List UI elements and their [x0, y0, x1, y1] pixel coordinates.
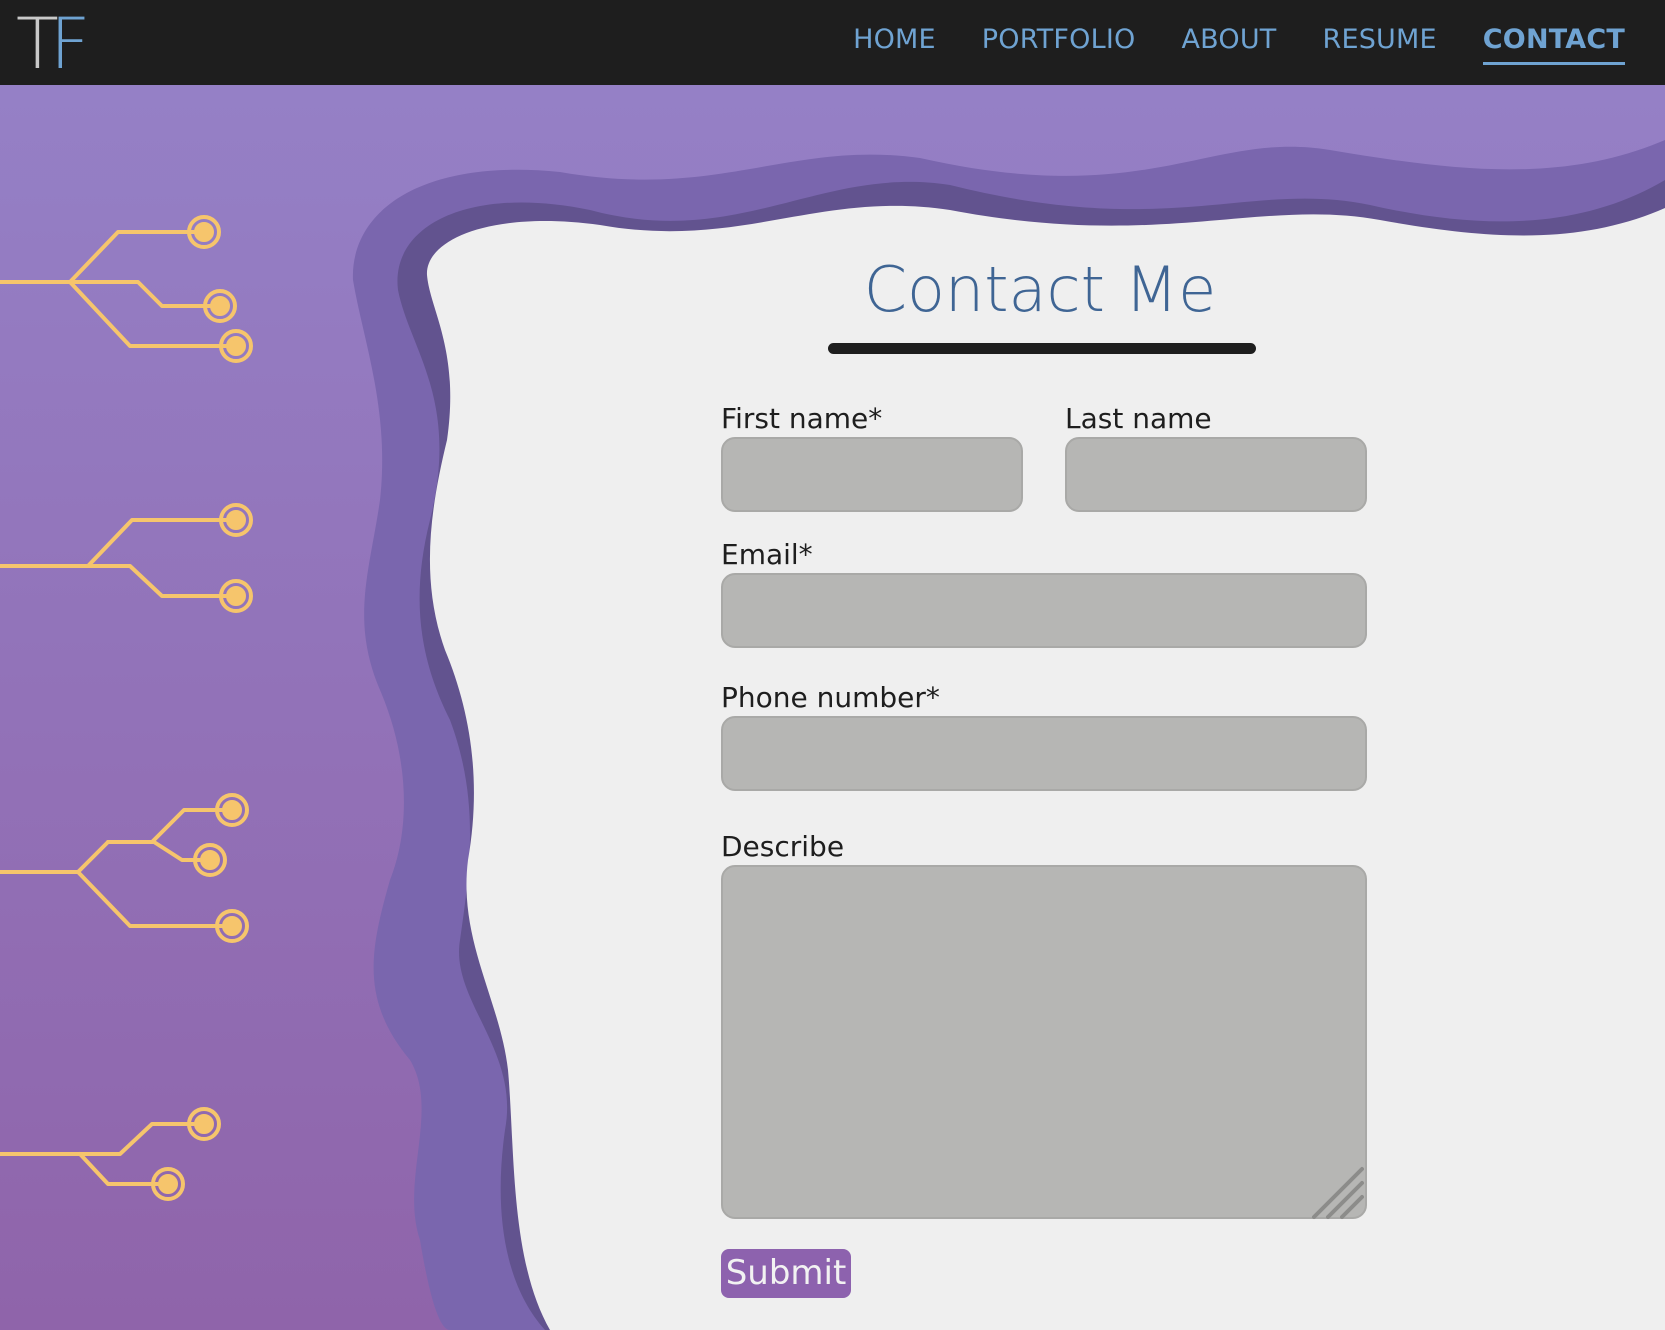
describe-label: Describe [721, 830, 845, 863]
first-name-label: First name* [721, 402, 883, 435]
nav-home-link[interactable]: HOME [853, 20, 936, 65]
first-name-field[interactable] [721, 437, 1023, 512]
phone-number-field[interactable] [721, 716, 1367, 791]
main-nav: HOME PORTFOLIO ABOUT RESUME CONTACT [853, 20, 1625, 65]
last-name-label: Last name [1065, 402, 1212, 435]
nav-portfolio-link[interactable]: PORTFOLIO [982, 20, 1136, 65]
email-label: Email* [721, 538, 813, 571]
logo-letter-t: T [16, 3, 59, 85]
submit-button[interactable]: Submit [721, 1249, 851, 1298]
tf-logo[interactable]: T F [16, 6, 96, 82]
title-underline [828, 343, 1256, 354]
top-nav-bar: T F HOME PORTFOLIO ABOUT RESUME CONTACT [0, 0, 1665, 85]
nav-about-link[interactable]: ABOUT [1181, 20, 1276, 65]
email-field[interactable] [721, 573, 1367, 648]
page-title: Contact Me [863, 253, 1217, 326]
logo-letter-f: F [50, 3, 90, 85]
describe-textarea[interactable] [721, 865, 1367, 1219]
last-name-field[interactable] [1065, 437, 1367, 512]
phone-number-label: Phone number* [721, 681, 940, 714]
contact-form-area: Contact Me First name* Last name Email* … [0, 0, 1665, 1330]
nav-contact-link[interactable]: CONTACT [1482, 20, 1625, 65]
nav-resume-link[interactable]: RESUME [1323, 20, 1437, 65]
